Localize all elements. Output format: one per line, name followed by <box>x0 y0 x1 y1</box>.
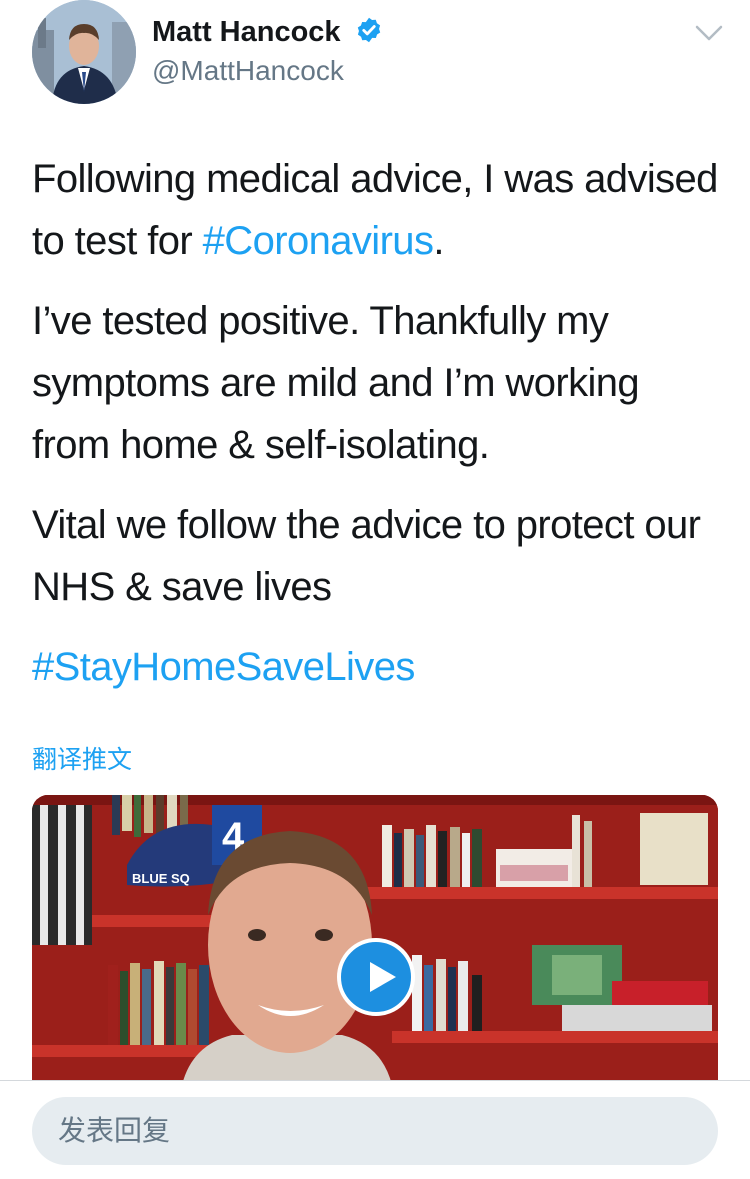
play-button[interactable] <box>337 938 415 1016</box>
verified-badge-icon <box>357 18 380 43</box>
tweet-paragraph-4: #StayHomeSaveLives <box>32 636 722 698</box>
divider <box>0 1080 750 1081</box>
author-name[interactable]: Matt Hancock <box>152 16 383 49</box>
avatar-image <box>32 0 136 104</box>
author-name-text: Matt Hancock <box>152 16 341 48</box>
avatar[interactable] <box>32 0 136 104</box>
tweet-text: Following medical advice, I was advised … <box>32 148 722 716</box>
tweet-paragraph-1: Following medical advice, I was advised … <box>32 148 722 272</box>
tweet-paragraph-3: Vital we follow the advice to protect ou… <box>32 503 701 609</box>
translate-tweet-link[interactable]: 翻译推文 <box>32 740 132 776</box>
author-handle[interactable]: @MattHancock <box>152 55 344 87</box>
hashtag-coronavirus[interactable]: #Coronavirus <box>203 219 434 263</box>
tweet-text-segment: . <box>433 219 444 263</box>
tweet-paragraph-2: I’ve tested positive. Thankfully my symp… <box>32 299 640 467</box>
svg-text:BLUE SQ: BLUE SQ <box>132 871 190 886</box>
hashtag-stayhomesavelives[interactable]: #StayHomeSaveLives <box>32 645 415 689</box>
reply-input[interactable]: 发表回复 <box>32 1097 718 1165</box>
chevron-down-icon[interactable] <box>694 22 724 44</box>
